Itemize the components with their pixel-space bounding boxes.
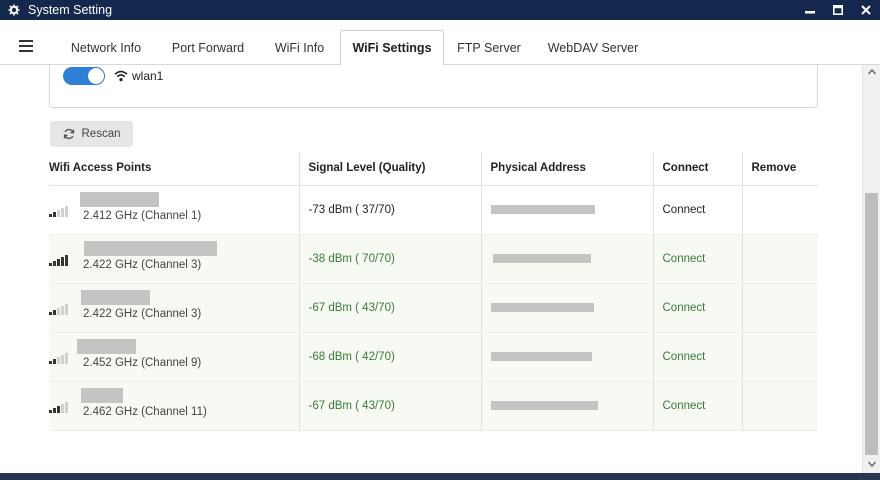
connect-link[interactable]: Connect (652, 332, 742, 382)
wifi-settings-panel: wlan1 Rescan Wifi Access Points Signal L… (0, 65, 862, 473)
table-row[interactable]: 2.422 GHz (Channel 3) -38 dBm ( 70/70) C… (49, 234, 818, 284)
ssid-redacted (81, 289, 150, 305)
interface-card: wlan1 (49, 65, 818, 108)
header-remove[interactable]: Remove (741, 152, 818, 186)
scroll-up-icon[interactable] (863, 67, 880, 79)
menu-icon[interactable] (19, 40, 33, 52)
remove-cell[interactable] (741, 332, 818, 382)
refresh-icon (63, 128, 74, 140)
connect-link[interactable]: Connect (652, 283, 742, 333)
signal-level: -67 dBm ( 43/70) (298, 283, 481, 333)
table-row[interactable]: 2.422 GHz (Channel 3) -67 dBm ( 43/70) C… (49, 283, 818, 333)
signal-level: -68 dBm ( 42/70) (298, 332, 481, 382)
ap-frequency: 2.412 GHz (Channel 1) (83, 209, 202, 222)
ssid-redacted (77, 338, 136, 354)
signal-level: -67 dBm ( 43/70) (298, 381, 481, 431)
table-row[interactable]: 2.462 GHz (Channel 11) -67 dBm ( 43/70) … (49, 381, 818, 431)
remove-cell[interactable] (741, 381, 818, 431)
table-row[interactable]: 2.412 GHz (Channel 1) -73 dBm ( 37/70) C… (49, 185, 818, 235)
tab-network-info[interactable]: Network Info (57, 30, 155, 66)
interface-toggle[interactable] (63, 67, 105, 85)
table-header-row: Wifi Access Points Signal Level (Quality… (49, 152, 818, 186)
window-bottom-edge (0, 473, 880, 480)
signal-level: -73 dBm ( 37/70) (298, 185, 481, 235)
scrollbar-thumb[interactable] (865, 193, 878, 455)
vertical-scrollbar[interactable] (862, 65, 880, 473)
gear-icon (6, 2, 22, 18)
signal-strength-icon (49, 254, 71, 266)
signal-strength-icon (49, 401, 71, 413)
ap-frequency: 2.422 GHz (Channel 3) (83, 307, 202, 320)
tab-wifi-settings[interactable]: WiFi Settings (340, 30, 444, 66)
remove-cell[interactable] (741, 185, 818, 235)
signal-strength-icon (49, 205, 71, 217)
tab-webdav-server[interactable]: WebDAV Server (537, 30, 649, 66)
header-connect[interactable]: Connect (652, 152, 742, 186)
system-setting-window: System Setting Network Info Port Forward… (0, 0, 880, 480)
ap-frequency: 2.422 GHz (Channel 3) (83, 258, 202, 271)
ap-frequency: 2.452 GHz (Channel 9) (83, 356, 202, 369)
remove-cell[interactable] (741, 234, 818, 284)
tab-bar: Network Info Port Forward WiFi Info WiFi… (0, 20, 880, 66)
header-physical-address[interactable]: Physical Address (480, 152, 653, 186)
signal-strength-icon (49, 352, 71, 364)
connect-link[interactable]: Connect (652, 185, 742, 235)
mac-redacted (490, 302, 594, 312)
table-row[interactable]: 2.452 GHz (Channel 9) -68 dBm ( 42/70) C… (49, 332, 818, 382)
tab-port-forward[interactable]: Port Forward (160, 30, 256, 66)
title-bar: System Setting (0, 0, 880, 20)
mac-redacted (490, 204, 595, 214)
close-button[interactable] (852, 0, 880, 20)
rescan-button[interactable]: Rescan (50, 121, 133, 147)
rescan-label: Rescan (81, 128, 121, 140)
interface-name: wlan1 (132, 69, 164, 83)
mac-redacted (490, 400, 598, 410)
access-points-table: Wifi Access Points Signal Level (Quality… (49, 152, 818, 431)
signal-strength-icon (49, 303, 71, 315)
signal-level: -38 dBm ( 70/70) (298, 234, 481, 284)
wifi-icon (114, 69, 128, 82)
tab-ftp-server[interactable]: FTP Server (449, 30, 529, 66)
ssid-redacted (84, 240, 217, 256)
ap-frequency: 2.462 GHz (Channel 11) (83, 405, 207, 418)
header-access-points[interactable]: Wifi Access Points (49, 152, 299, 186)
connect-link[interactable]: Connect (652, 381, 742, 431)
minimize-button[interactable] (796, 0, 824, 20)
header-signal-level[interactable]: Signal Level (Quality) (298, 152, 481, 186)
remove-cell[interactable] (741, 283, 818, 333)
window-title: System Setting (28, 3, 113, 17)
tab-wifi-info[interactable]: WiFi Info (262, 30, 337, 66)
scroll-down-icon[interactable] (863, 459, 880, 471)
ssid-redacted (81, 387, 123, 403)
ssid-redacted (80, 191, 159, 207)
mac-redacted (490, 351, 592, 361)
maximize-button[interactable] (824, 0, 852, 20)
mac-redacted (492, 253, 591, 263)
connect-link[interactable]: Connect (652, 234, 742, 284)
